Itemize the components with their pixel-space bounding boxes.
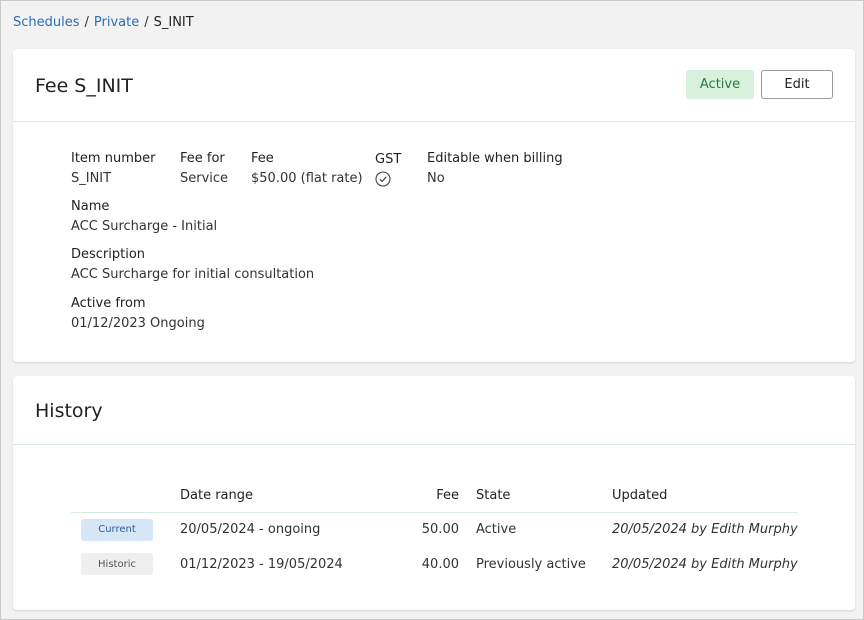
field-name: Name ACC Surcharge - Initial <box>71 198 217 236</box>
table-row: Current 20/05/2024 - ongoing 50.00 Activ… <box>71 512 798 547</box>
field-label: Editable when billing <box>427 151 563 166</box>
field-value: S_INIT <box>71 171 112 186</box>
status-badge-historic: Historic <box>81 553 153 575</box>
column-header-updated: Updated <box>612 480 798 513</box>
fee-cell: 40.00 <box>421 556 459 572</box>
field-value: ACC Surcharge - Initial <box>71 219 218 234</box>
updated-cell: 20/05/2024 by Edith Murphy <box>612 522 798 538</box>
edit-button[interactable]: Edit <box>761 70 833 99</box>
field-item-number: Item number S_INIT <box>71 150 155 188</box>
field-label: GST <box>375 152 402 167</box>
field-fee: Fee $50.00 (flat rate) <box>251 150 363 188</box>
history-title: History <box>35 400 103 422</box>
column-header-fee: Fee <box>388 480 459 513</box>
app-frame: Schedules / Private / S_INIT Fee S_INIT … <box>0 0 864 620</box>
field-label: Active from <box>71 296 146 311</box>
state-cell: Previously active <box>476 556 586 572</box>
field-label: Fee for <box>180 151 225 166</box>
column-header-state: State <box>459 480 612 513</box>
history-table: Date range Fee State Updated Current 20/… <box>71 480 798 581</box>
fee-cell: 50.00 <box>421 522 459 538</box>
status-cell: Historic <box>71 547 180 581</box>
breadcrumb-link-private[interactable]: Private <box>94 15 139 31</box>
field-gst: GST <box>375 151 401 187</box>
breadcrumb-current: S_INIT <box>153 15 194 30</box>
field-fee-for: Fee for Service <box>180 150 228 188</box>
fee-details-card: Fee S_INIT Active Edit Item number S_INI… <box>13 49 855 362</box>
field-value: No <box>427 171 445 186</box>
field-label: Name <box>71 199 110 214</box>
check-circle-icon <box>375 171 391 187</box>
breadcrumb-separator: / <box>84 15 89 30</box>
status-cell: Current <box>71 512 180 547</box>
table-row: Historic 01/12/2023 - 19/05/2024 40.00 P… <box>71 547 798 581</box>
field-label: Fee <box>251 151 274 166</box>
history-card-header: History <box>13 376 855 445</box>
fee-card-header: Fee S_INIT Active Edit <box>13 49 855 122</box>
column-header-status <box>71 480 180 513</box>
breadcrumb-link-schedules[interactable]: Schedules <box>13 15 80 31</box>
page-title: Fee S_INIT <box>35 75 133 97</box>
history-card: History Date range Fee State Updated Cur… <box>13 376 855 610</box>
table-header-row: Date range Fee State Updated <box>71 480 798 513</box>
column-header-date-range: Date range <box>180 480 388 513</box>
field-value: $50.00 (flat rate) <box>251 171 363 186</box>
status-badge: Active <box>686 70 754 99</box>
field-label: Item number <box>71 151 156 166</box>
breadcrumb-separator: / <box>144 15 149 30</box>
field-editable-when-billing: Editable when billing No <box>427 150 563 188</box>
state-cell: Active <box>476 522 517 538</box>
date-range-cell: 01/12/2023 - 19/05/2024 <box>180 556 343 572</box>
date-range-cell: 20/05/2024 - ongoing <box>180 522 321 538</box>
updated-cell: 20/05/2024 by Edith Murphy <box>612 556 798 572</box>
field-value: ACC Surcharge for initial consultation <box>71 267 315 282</box>
field-value: 01/12/2023 Ongoing <box>71 316 205 331</box>
breadcrumb: Schedules / Private / S_INIT <box>13 15 194 31</box>
field-description: Description ACC Surcharge for initial co… <box>71 246 314 284</box>
field-active-from: Active from 01/12/2023 Ongoing <box>71 295 205 333</box>
field-value: Service <box>180 171 229 186</box>
status-badge-current: Current <box>81 518 153 541</box>
field-label: Description <box>71 247 146 262</box>
